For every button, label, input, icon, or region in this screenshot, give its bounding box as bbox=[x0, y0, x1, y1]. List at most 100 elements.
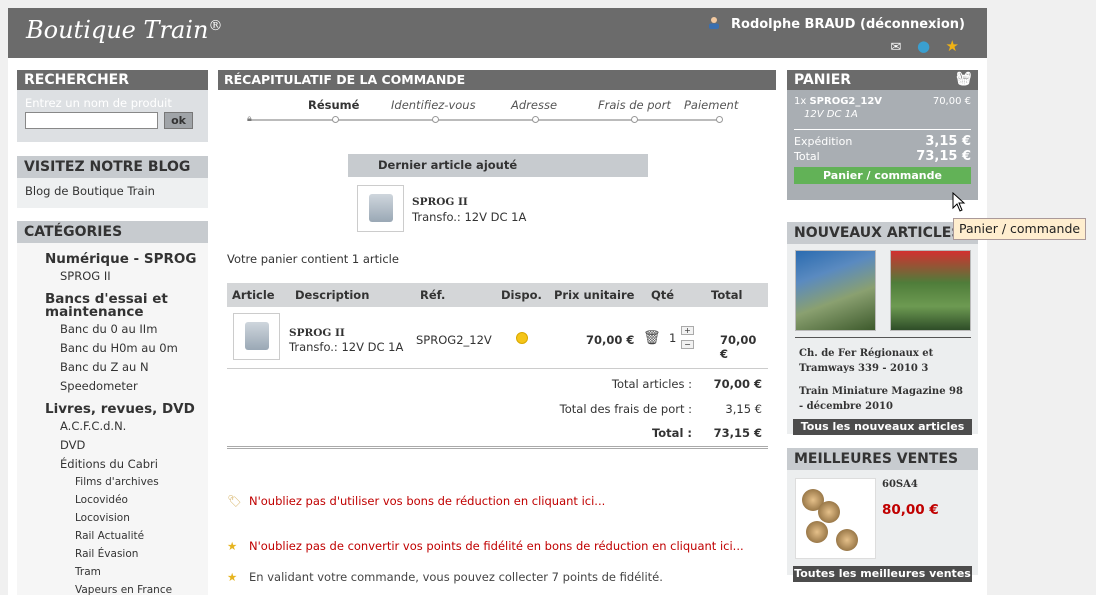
lock-icon: 🔒︎ bbox=[247, 114, 252, 124]
cart-total: Total 73,15 € bbox=[794, 149, 971, 164]
category-item[interactable]: Éditions du Cabri bbox=[17, 458, 208, 471]
product-thumbnail[interactable] bbox=[357, 185, 404, 232]
qty-increase-button[interactable]: + bbox=[681, 326, 694, 335]
category-item[interactable]: Locovidéo bbox=[17, 494, 208, 507]
col-price: Prix unitaire bbox=[554, 288, 635, 302]
basket-icon[interactable]: 🧺︎ bbox=[955, 70, 972, 90]
cart-count: Votre panier contient 1 article bbox=[227, 252, 399, 266]
category-item[interactable]: Banc du 0 au IIm bbox=[17, 323, 208, 336]
best-sellers-title: MEILLEURES VENTES bbox=[787, 448, 978, 470]
blog-link[interactable]: Blog de Boutique Train bbox=[25, 184, 155, 198]
checkout-steps: 🔒︎ Résumé Identifiez-vous Adresse Frais … bbox=[218, 90, 776, 140]
categories-title: CATÉGORIES bbox=[17, 221, 208, 243]
star-icon[interactable]: ★ bbox=[946, 37, 959, 55]
category-item[interactable]: Films d'archives bbox=[17, 476, 208, 489]
row-qty: 1 bbox=[669, 331, 677, 345]
cart-shipping: Expédition 3,15 € bbox=[794, 134, 971, 149]
step-dot bbox=[716, 116, 723, 123]
vouchers-message[interactable]: 🏷︎ N'oubliez pas d'utiliser vos bons de r… bbox=[227, 494, 605, 508]
category-item[interactable]: A.C.F.C.d.N. bbox=[17, 420, 208, 433]
cart-box: 1x SPROG2_12V 70,00 € 12V DC 1A Expéditi… bbox=[787, 90, 978, 200]
total-articles-label: Total articles : bbox=[611, 377, 692, 391]
site-logo[interactable]: Boutique Train® bbox=[26, 16, 222, 44]
new-article-link[interactable]: Train Miniature Magazine 98 - décembre 2… bbox=[799, 384, 969, 414]
cart-divider bbox=[794, 129, 971, 130]
category-item[interactable]: Rail Actualité bbox=[17, 530, 208, 543]
col-dispo: Dispo. bbox=[501, 288, 542, 302]
mouse-cursor bbox=[952, 192, 966, 212]
col-ref: Réf. bbox=[420, 288, 446, 302]
all-new-articles-button[interactable]: Tous les nouveaux articles bbox=[793, 419, 972, 435]
steps-line bbox=[251, 119, 721, 121]
collect-message: ★ En validant votre commande, vous pouvez… bbox=[227, 570, 663, 584]
row-name[interactable]: SPROG II bbox=[289, 327, 345, 339]
step-summary[interactable]: Résumé bbox=[308, 98, 359, 112]
cart-order-button[interactable]: Panier / commande bbox=[794, 167, 971, 184]
category-item[interactable]: Rail Évasion bbox=[17, 548, 208, 561]
step-dot bbox=[432, 116, 439, 123]
step-dot bbox=[532, 116, 539, 123]
magazine-cover[interactable] bbox=[890, 250, 971, 331]
best-seller-price: 80,00 € bbox=[882, 502, 939, 518]
summary-title: RÉCAPITULATIF DE LA COMMANDE bbox=[218, 70, 776, 90]
row-price: 70,00 € bbox=[586, 333, 635, 347]
total-value: 73,15 € bbox=[713, 426, 762, 440]
category-item[interactable]: Vapeurs en France bbox=[17, 584, 208, 595]
category-item[interactable]: Locovision bbox=[17, 512, 208, 525]
availability-dot bbox=[516, 332, 528, 344]
magazine-cover[interactable] bbox=[795, 250, 876, 331]
points-message[interactable]: ★ N'oubliez pas de convertir vos points d… bbox=[227, 539, 744, 553]
blog-title: VISITEZ NOTRE BLOG bbox=[17, 156, 208, 178]
search-input[interactable] bbox=[25, 112, 158, 129]
step-identify[interactable]: Identifiez-vous bbox=[391, 98, 476, 112]
best-sellers-box: 60SA4 80,00 € Toutes les meilleures vent… bbox=[787, 470, 978, 582]
best-seller-name[interactable]: 60SA4 bbox=[882, 479, 918, 490]
category-item[interactable]: Tram bbox=[17, 566, 208, 579]
search-label: Entrez un nom de produit bbox=[25, 96, 172, 110]
category-item[interactable]: DVD bbox=[17, 439, 208, 452]
page: Boutique Train® Rodolphe BRAUD (déconnex… bbox=[8, 8, 987, 595]
table-row: SPROG II Transfo.: 12V DC 1A SPROG2_12V … bbox=[227, 307, 768, 369]
category-item[interactable]: Banc du H0m au 0m bbox=[17, 342, 208, 355]
total-shipping-label: Total des frais de port : bbox=[559, 402, 692, 416]
category-item[interactable]: Bancs d'essai et maintenance bbox=[17, 292, 208, 319]
logout-link[interactable]: (déconnexion) bbox=[860, 17, 965, 32]
row-thumbnail[interactable] bbox=[233, 313, 280, 360]
category-item[interactable]: Banc du Z au N bbox=[17, 361, 208, 374]
category-item[interactable]: Numérique - SPROG bbox=[17, 252, 208, 266]
col-qty: Qté bbox=[651, 288, 675, 302]
mail-icon[interactable]: ✉ bbox=[891, 40, 902, 55]
medal-icon: ★ bbox=[227, 570, 238, 584]
step-shipping[interactable]: Frais de port bbox=[598, 98, 671, 112]
last-added-name[interactable]: SPROG II bbox=[412, 196, 468, 208]
order-summary: RÉCAPITULATIF DE LA COMMANDE 🔒︎ Résumé I… bbox=[218, 70, 776, 584]
all-best-sellers-button[interactable]: Toutes les meilleures ventes bbox=[793, 566, 972, 582]
globe-icon[interactable]: ● bbox=[917, 37, 930, 55]
category-item[interactable]: SPROG II bbox=[17, 270, 208, 283]
medal-icon: ★ bbox=[227, 539, 238, 553]
tooltip: Panier / commande bbox=[953, 218, 1087, 240]
step-payment[interactable]: Paiement bbox=[684, 98, 738, 112]
row-desc: Transfo.: 12V DC 1A bbox=[289, 340, 404, 354]
total-articles-value: 70,00 € bbox=[713, 377, 762, 391]
step-address[interactable]: Adresse bbox=[511, 98, 557, 112]
row-ref: SPROG2_12V bbox=[416, 333, 492, 347]
last-added-title: Dernier article ajouté bbox=[348, 154, 648, 177]
col-total: Total bbox=[711, 288, 743, 302]
category-item[interactable]: Speedometer bbox=[17, 380, 208, 393]
trash-icon[interactable]: 🗑︎ bbox=[643, 330, 661, 346]
best-seller-thumbnail[interactable] bbox=[795, 478, 876, 559]
search-ok-button[interactable]: ok bbox=[164, 112, 193, 129]
total-label: Total : bbox=[651, 426, 692, 440]
new-articles-box: Ch. de Fer Régionaux et Tramways 339 - 2… bbox=[787, 244, 978, 435]
user-icon bbox=[709, 17, 720, 29]
step-dot bbox=[332, 116, 339, 123]
cart-item-line[interactable]: 1x SPROG2_12V 70,00 € bbox=[794, 96, 971, 107]
new-article-link[interactable]: Ch. de Fer Régionaux et Tramways 339 - 2… bbox=[799, 346, 969, 376]
col-description: Description bbox=[295, 288, 370, 302]
category-item[interactable]: Livres, revues, DVD bbox=[17, 402, 208, 416]
left-column: RECHERCHER Entrez un nom de produit ok V… bbox=[17, 70, 208, 595]
col-article: Article bbox=[232, 288, 275, 302]
qty-decrease-button[interactable]: − bbox=[681, 340, 694, 349]
cart-table: Article Description Réf. Dispo. Prix uni… bbox=[227, 283, 768, 369]
